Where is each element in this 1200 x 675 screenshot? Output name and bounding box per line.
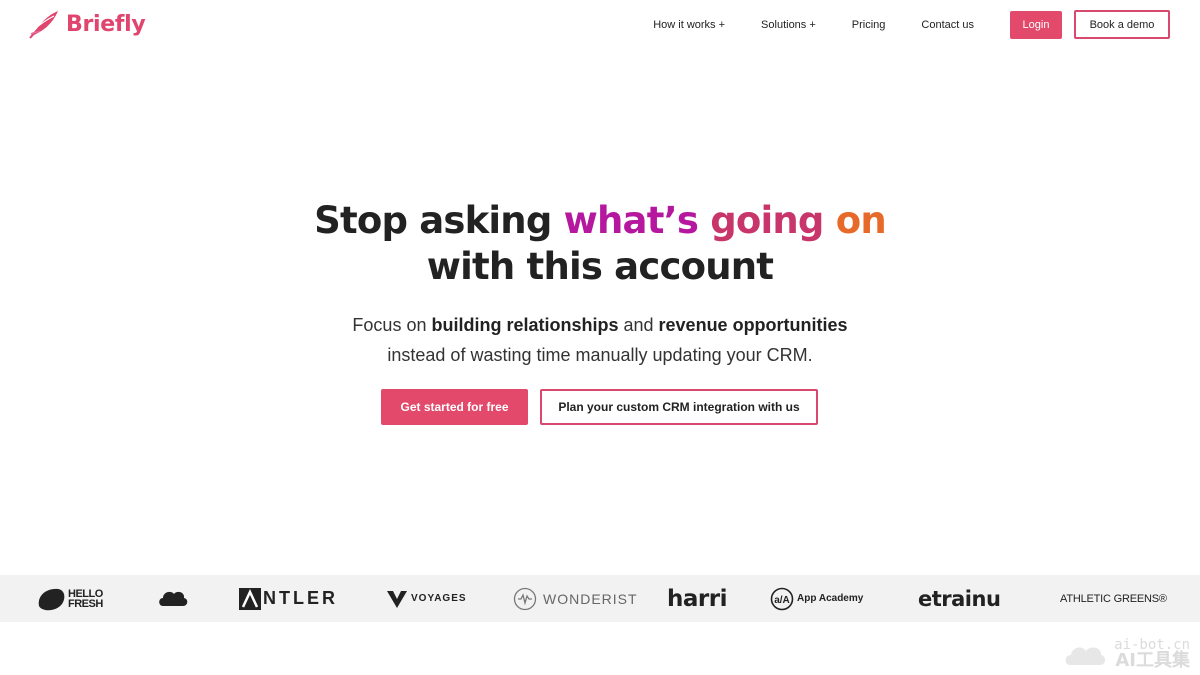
cta-row: Get started for free Plan your custom CR…: [381, 389, 818, 425]
voyages-v-icon: [387, 590, 407, 608]
app-academy-text: App Academy: [797, 593, 864, 604]
main-nav: How it works + Solutions + Pricing Conta…: [653, 10, 1170, 39]
hero-title-highlight-2: going: [710, 199, 824, 242]
harri-text: harri: [667, 585, 727, 612]
hero-subtitle: Focus on building relationships and reve…: [0, 310, 1200, 370]
athletic-greens-text: ATHLETIC GREENS®: [1060, 592, 1167, 605]
hero-sub-text-2: and: [618, 315, 659, 335]
hellofresh-line2: FRESH: [68, 597, 103, 610]
salesforce-cloud-icon: [159, 591, 188, 606]
hero-title-highlight-1: what’s: [563, 199, 699, 242]
logo-salesforce: [157, 575, 189, 622]
logo-antler: NTLER: [239, 575, 338, 622]
watermark-cloud-icon: [1065, 647, 1106, 665]
svg-text:a/A: a/A: [774, 595, 790, 606]
hero-sub-text-1: Focus on: [352, 315, 432, 335]
watermark: ai-bot.cn AI工具集: [1062, 637, 1190, 671]
app-academy-icon: a/A: [770, 587, 794, 610]
etrainu-text: etrainu: [918, 586, 1001, 611]
wonderist-wave-icon: [513, 587, 537, 610]
antler-a-icon: [239, 587, 261, 610]
hero-title-line2: with this account: [426, 245, 774, 288]
hero-title: Stop asking what’s going on with this ac…: [0, 198, 1200, 290]
book-demo-button[interactable]: Book a demo: [1074, 10, 1170, 39]
logo-wonderist: WONDERIST: [513, 575, 638, 622]
voyages-text: VOYAGES: [411, 593, 467, 604]
logo-voyages: VOYAGES: [386, 575, 467, 622]
hero-sub-bold-2: revenue opportunities: [658, 315, 848, 335]
logo-hellofresh: HELLO FRESH: [36, 575, 103, 622]
nav-pricing[interactable]: Pricing: [852, 19, 886, 31]
logo-athletic-greens: ATHLETIC GREENS®: [1060, 575, 1167, 622]
login-button[interactable]: Login: [1010, 10, 1062, 39]
nav-how-it-works[interactable]: How it works +: [653, 19, 725, 31]
site-header: Briefly How it works + Solutions + Prici…: [0, 0, 1200, 56]
hero-title-highlight-3: on: [835, 199, 887, 242]
nav-contact-us[interactable]: Contact us: [921, 19, 974, 31]
logo-etrainu: etrainu: [918, 575, 1001, 622]
hero-sub-bold-1: building relationships: [431, 315, 619, 335]
feather-icon: [29, 11, 58, 39]
get-started-button[interactable]: Get started for free: [381, 389, 528, 425]
antler-text: NTLER: [263, 588, 338, 608]
nav-solutions[interactable]: Solutions +: [761, 19, 816, 31]
hellofresh-line1: HELLO: [68, 587, 103, 600]
brand-logo[interactable]: Briefly: [28, 8, 146, 40]
plan-crm-integration-button[interactable]: Plan your custom CRM integration with us: [540, 389, 818, 425]
hellofresh-lime-icon: [38, 588, 65, 610]
wonderist-text: WONDERIST: [543, 590, 638, 607]
hero-title-part1: Stop asking: [314, 199, 564, 242]
customer-logos-strip: HELLO FRESH NTLER VOYAGES WONDERIST harr…: [0, 575, 1200, 622]
logo-harri: harri: [667, 575, 727, 622]
brand-name: Briefly: [66, 11, 146, 37]
logo-app-academy: a/A App Academy: [770, 575, 863, 622]
hero-sub-line2: instead of wasting time manually updatin…: [387, 345, 813, 365]
watermark-line2: AI工具集: [1115, 650, 1190, 671]
